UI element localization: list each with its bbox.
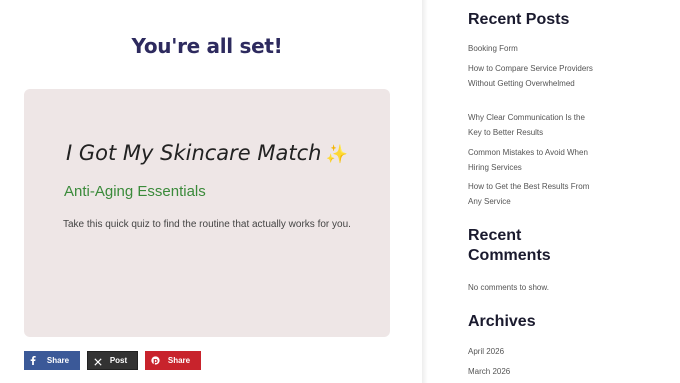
recent-comments-title: Recent Comments bbox=[468, 226, 551, 266]
recent-comments-title-line1: Recent bbox=[468, 227, 522, 244]
archives-title: Archives bbox=[468, 313, 536, 330]
recent-post-link[interactable]: How to Compare Service Providers Without… bbox=[468, 62, 598, 91]
recent-post-link[interactable]: How to Get the Best Results From Any Ser… bbox=[468, 180, 598, 209]
svg-text:p: p bbox=[153, 357, 158, 365]
sidebar: Recent Posts Booking Form How to Compare… bbox=[428, 0, 680, 383]
recent-posts-title: Recent Posts bbox=[468, 11, 570, 28]
result-card: I Got My Skincare Match ✨ Anti-Aging Esse… bbox=[24, 89, 390, 337]
card-heading-text: I Got My Skincare Match bbox=[66, 141, 322, 165]
page-title: You're all set! bbox=[131, 34, 283, 58]
recent-post-link[interactable]: Why Clear Communication Is the Key to Be… bbox=[468, 111, 598, 140]
facebook-icon bbox=[30, 351, 36, 370]
x-post-button[interactable]: Post bbox=[87, 351, 138, 370]
pinterest-icon: p bbox=[151, 351, 160, 370]
card-description: Take this quick quiz to find the routine… bbox=[63, 219, 351, 230]
no-comments-text: No comments to show. bbox=[468, 283, 549, 292]
recent-post-link[interactable]: Booking Form bbox=[468, 42, 598, 57]
facebook-share-label: Share bbox=[46, 356, 70, 365]
archive-link[interactable]: March 2026 bbox=[468, 365, 598, 380]
x-icon bbox=[94, 352, 102, 371]
card-heading: I Got My Skincare Match ✨ bbox=[66, 141, 348, 165]
page: You're all set! I Got My Skincare Match ✨… bbox=[0, 0, 680, 383]
facebook-share-button[interactable]: Share bbox=[24, 351, 80, 370]
recent-post-link[interactable]: Common Mistakes to Avoid When Hiring Ser… bbox=[468, 146, 598, 175]
card-subheading: Anti-Aging Essentials bbox=[64, 183, 206, 200]
pinterest-share-label: Share bbox=[167, 356, 191, 365]
sparkle-icon: ✨ bbox=[325, 144, 348, 165]
pinterest-share-button[interactable]: p Share bbox=[145, 351, 201, 370]
main-content: You're all set! I Got My Skincare Match ✨… bbox=[0, 0, 422, 383]
x-post-label: Post bbox=[109, 356, 128, 365]
recent-comments-title-line2: Comments bbox=[468, 247, 551, 264]
archive-link[interactable]: April 2026 bbox=[468, 345, 598, 360]
